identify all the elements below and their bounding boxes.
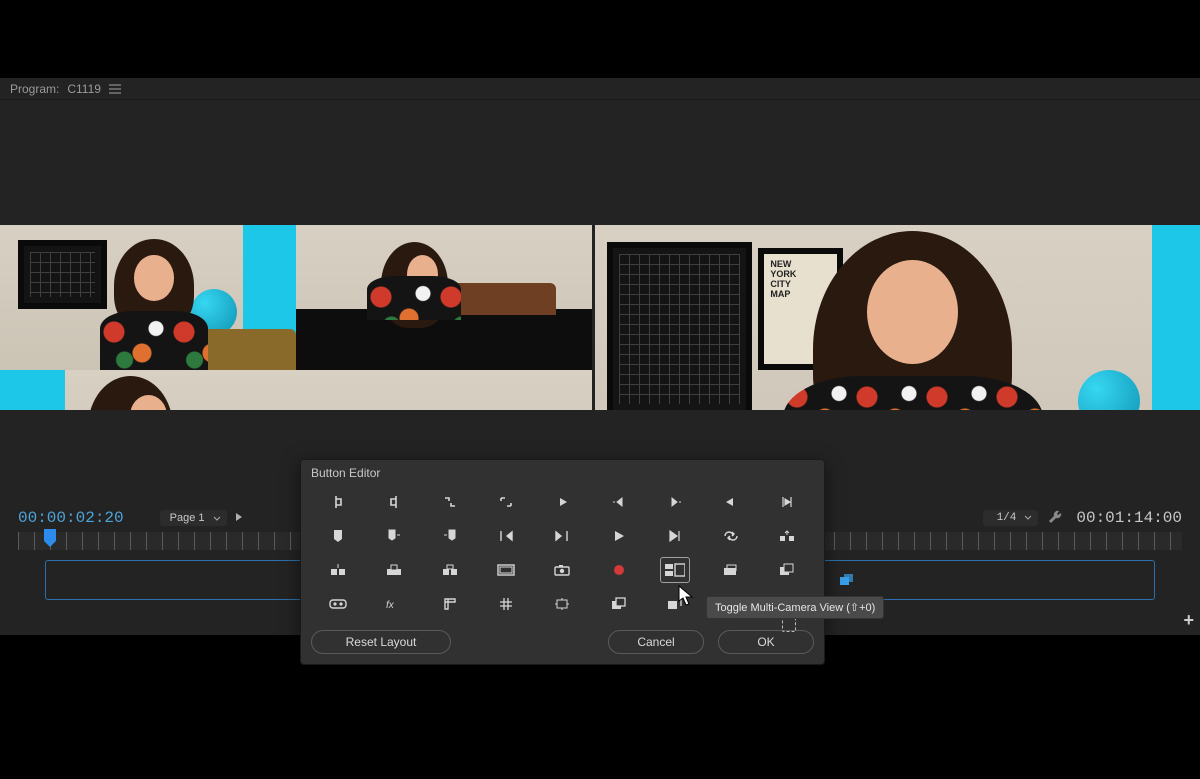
page-label: Page 1 (170, 512, 205, 524)
button-editor-title: Button Editor (311, 466, 814, 480)
replace-icon[interactable] (436, 558, 464, 582)
letterbox-top (0, 0, 1200, 78)
program-label: Program: (10, 82, 59, 96)
mark-in-icon[interactable] (324, 490, 352, 514)
insert-icon[interactable] (324, 558, 352, 582)
page-next-icon[interactable] (235, 509, 244, 527)
play-around-icon[interactable] (661, 524, 689, 548)
comp-preview-icon[interactable] (773, 558, 801, 582)
grid-icon[interactable] (492, 592, 520, 616)
svg-text:fx: fx (386, 600, 395, 610)
ok-button[interactable]: OK (718, 630, 814, 654)
proxy-toggle-icon[interactable] (717, 558, 745, 582)
chevron-down-icon (213, 514, 221, 526)
timecode-duration: 00:01:14:00 (1076, 509, 1182, 527)
page-selector[interactable]: Page 1 (160, 510, 227, 526)
multicam-tile-1[interactable] (0, 225, 296, 370)
go-to-in-icon[interactable] (548, 490, 576, 514)
letterbox-bottom (0, 751, 1200, 779)
step-forward-5-icon[interactable] (661, 490, 689, 514)
ruler-icon[interactable] (436, 592, 464, 616)
prev-marker-icon[interactable] (436, 524, 464, 548)
step-back-icon[interactable] (492, 524, 520, 548)
comp-attach-icon[interactable] (661, 592, 689, 616)
comp-layers-icon[interactable] (605, 592, 633, 616)
record-icon[interactable] (605, 558, 633, 582)
program-panel-header: Program: C1119 (0, 78, 1200, 100)
loop-icon[interactable] (717, 524, 745, 548)
mark-selection-icon[interactable] (492, 490, 520, 514)
step-forward-icon[interactable] (548, 524, 576, 548)
multicam-grid (0, 225, 595, 410)
multicam-tile-2[interactable] (296, 225, 592, 370)
next-marker-icon[interactable] (380, 524, 408, 548)
button-editor-popover: Button Editor fx (300, 459, 825, 665)
step-back-5-icon[interactable] (605, 490, 633, 514)
guides-icon[interactable] (548, 592, 576, 616)
multicam-view-icon[interactable] (661, 558, 689, 582)
settings-wrench-icon[interactable] (1048, 509, 1062, 528)
add-button-icon[interactable]: + (1183, 610, 1194, 631)
chevron-down-icon (1024, 514, 1032, 526)
reset-layout-button[interactable]: Reset Layout (311, 630, 451, 654)
overwrite-icon[interactable] (380, 558, 408, 582)
sequence-name: C1119 (67, 82, 101, 96)
play-in-out-icon[interactable] (773, 490, 801, 514)
program-monitor: NEWYORKCITYMAP (0, 100, 1200, 410)
vr-video-icon[interactable] (324, 592, 352, 616)
mark-clip-icon[interactable] (436, 490, 464, 514)
go-to-out-icon[interactable] (717, 490, 745, 514)
lift-icon[interactable] (773, 524, 801, 548)
comp-preview-icon[interactable] (837, 570, 857, 590)
safe-margins-icon[interactable] (492, 558, 520, 582)
fx-mute-icon[interactable]: fx (380, 592, 408, 616)
playback-resolution[interactable]: 1/4 (983, 510, 1039, 526)
playhead-indicator[interactable] (44, 529, 56, 541)
cancel-button[interactable]: Cancel (608, 630, 704, 654)
panel-menu-icon[interactable] (109, 84, 121, 94)
add-marker-icon[interactable] (324, 524, 352, 548)
mark-out-icon[interactable] (380, 490, 408, 514)
tooltip: Toggle Multi-Camera View (⇧+0) (706, 596, 884, 619)
export-frame-icon[interactable] (548, 558, 576, 582)
resolution-label: 1/4 (997, 512, 1017, 524)
timecode-current[interactable]: 00:00:02:20 (18, 509, 124, 527)
play-icon[interactable] (605, 524, 633, 548)
